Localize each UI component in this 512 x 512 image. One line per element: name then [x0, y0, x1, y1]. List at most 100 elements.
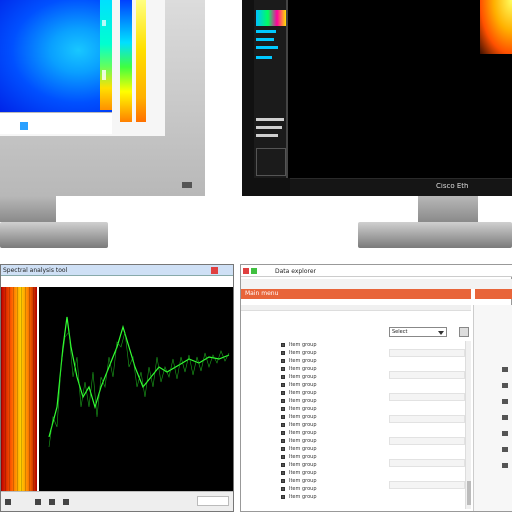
tree-row-17[interactable]: Item group — [281, 477, 391, 485]
tree-expander-icon[interactable] — [281, 383, 285, 387]
status-bar — [0, 112, 112, 134]
tree-expander-icon[interactable] — [281, 343, 285, 347]
heatmap-blue-panel — [0, 0, 112, 112]
brand-label: Cisco Eth — [436, 183, 469, 190]
tree-expander-icon[interactable] — [281, 495, 285, 499]
monitor-top-right-base — [358, 222, 512, 248]
tree-expander-icon[interactable] — [281, 447, 285, 451]
side-icon-5[interactable] — [502, 431, 508, 436]
chevron-down-icon[interactable] — [438, 331, 444, 335]
property-field-3[interactable] — [389, 393, 465, 401]
tree-row-10[interactable]: Item group — [281, 421, 391, 429]
tree-row-12[interactable]: Item group — [281, 437, 391, 445]
side-icon-7[interactable] — [502, 463, 508, 468]
tree-label: Item group — [289, 462, 317, 468]
right-side-panel — [473, 305, 512, 511]
status-icon-3[interactable] — [49, 499, 55, 505]
tree-expander-icon[interactable] — [281, 439, 285, 443]
tree-label: Item group — [289, 438, 317, 444]
vertical-scrollbar[interactable] — [465, 341, 471, 509]
property-field-1[interactable] — [389, 349, 465, 357]
tree-expander-icon[interactable] — [281, 407, 285, 411]
tree-label: Item group — [289, 398, 317, 404]
status-icon-2[interactable] — [35, 499, 41, 505]
tree-row-6[interactable]: Item group — [281, 389, 391, 397]
tree-row-4[interactable]: Item group — [281, 373, 391, 381]
status-indicator-icon — [20, 122, 28, 130]
trace-line-noise — [48, 331, 230, 448]
tree-row-9[interactable]: Item group — [281, 413, 391, 421]
tree-label: Item group — [289, 486, 317, 492]
app-logo-icon-2 — [251, 268, 257, 274]
property-field-2[interactable] — [389, 371, 465, 379]
plot-area — [39, 287, 233, 491]
tree-expander-icon[interactable] — [281, 359, 285, 363]
monitor-top-left-logo-icon — [182, 182, 192, 188]
side-list-item-3[interactable] — [256, 134, 278, 137]
property-field-4[interactable] — [389, 415, 465, 423]
status-icon-1[interactable] — [5, 499, 11, 505]
tree-row-2[interactable]: Item group — [281, 357, 391, 365]
tree-label: Item group — [289, 350, 317, 356]
tree-row-13[interactable]: Item group — [281, 445, 391, 453]
window-bottom-right: Data explorer Main menu Select Item grou… — [240, 264, 512, 512]
tree-row-15[interactable]: Item group — [281, 461, 391, 469]
app-logo-icon — [243, 268, 249, 274]
tree-row-5[interactable]: Item group — [281, 381, 391, 389]
tree-label: Item group — [289, 422, 317, 428]
tree-label: Item group — [289, 342, 317, 348]
close-icon[interactable] — [211, 267, 218, 274]
small-button[interactable] — [459, 327, 469, 337]
side-icon-4[interactable] — [502, 415, 508, 420]
combo-box[interactable]: Select — [389, 327, 447, 337]
tree-expander-icon[interactable] — [281, 463, 285, 467]
tree-expander-icon[interactable] — [281, 423, 285, 427]
tree-expander-icon[interactable] — [281, 367, 285, 371]
tree-label: Item group — [289, 446, 317, 452]
tree-expander-icon[interactable] — [281, 351, 285, 355]
tree-expander-icon[interactable] — [281, 471, 285, 475]
tree-row-0[interactable]: Item group — [281, 341, 391, 349]
tree-expander-icon[interactable] — [281, 415, 285, 419]
tree-expander-icon[interactable] — [281, 391, 285, 395]
side-list-item-2[interactable] — [256, 126, 282, 129]
property-fields — [389, 341, 469, 509]
tree-expander-icon[interactable] — [281, 487, 285, 491]
side-list-item-1[interactable] — [256, 118, 284, 121]
tree-expander-icon[interactable] — [281, 375, 285, 379]
property-field-5[interactable] — [389, 437, 465, 445]
main-black-canvas — [290, 0, 480, 178]
tree-row-14[interactable]: Item group — [281, 453, 391, 461]
tree-row-3[interactable]: Item group — [281, 365, 391, 373]
tree-row-1[interactable]: Item group — [281, 349, 391, 357]
tree-row-11[interactable]: Item group — [281, 429, 391, 437]
tree-row-7[interactable]: Item group — [281, 397, 391, 405]
side-icon-1[interactable] — [502, 367, 508, 372]
bottom-status-bar — [1, 491, 233, 511]
scrollbar-thumb[interactable] — [467, 481, 471, 505]
titlebar[interactable]: Data explorer — [241, 265, 512, 277]
tree-expander-icon[interactable] — [281, 399, 285, 403]
tree-row-16[interactable]: Item group — [281, 469, 391, 477]
monitor-top-left-base — [0, 222, 108, 248]
colorbar-legend-1 — [120, 0, 132, 122]
tree-label: Item group — [289, 358, 317, 364]
monitor-top-right-screen — [254, 0, 512, 178]
tree-expander-icon[interactable] — [281, 455, 285, 459]
tree-expander-icon[interactable] — [281, 479, 285, 483]
side-icon-2[interactable] — [502, 383, 508, 388]
property-field-7[interactable] — [389, 481, 465, 489]
thumbnail-color-strip — [256, 10, 286, 26]
property-field-6[interactable] — [389, 459, 465, 467]
tree-expander-icon[interactable] — [281, 431, 285, 435]
side-icon-6[interactable] — [502, 447, 508, 452]
titlebar[interactable]: Spectral analysis tool — [1, 265, 233, 276]
tree-row-8[interactable]: Item group — [281, 405, 391, 413]
tree-label: Item group — [289, 366, 317, 372]
side-preview-box — [256, 148, 286, 176]
status-icon-4[interactable] — [63, 499, 69, 505]
tree-row-18[interactable]: Item group — [281, 485, 391, 493]
thumbnail-line-3 — [256, 46, 278, 49]
tree-row-19[interactable]: Item group — [281, 493, 391, 501]
side-icon-3[interactable] — [502, 399, 508, 404]
